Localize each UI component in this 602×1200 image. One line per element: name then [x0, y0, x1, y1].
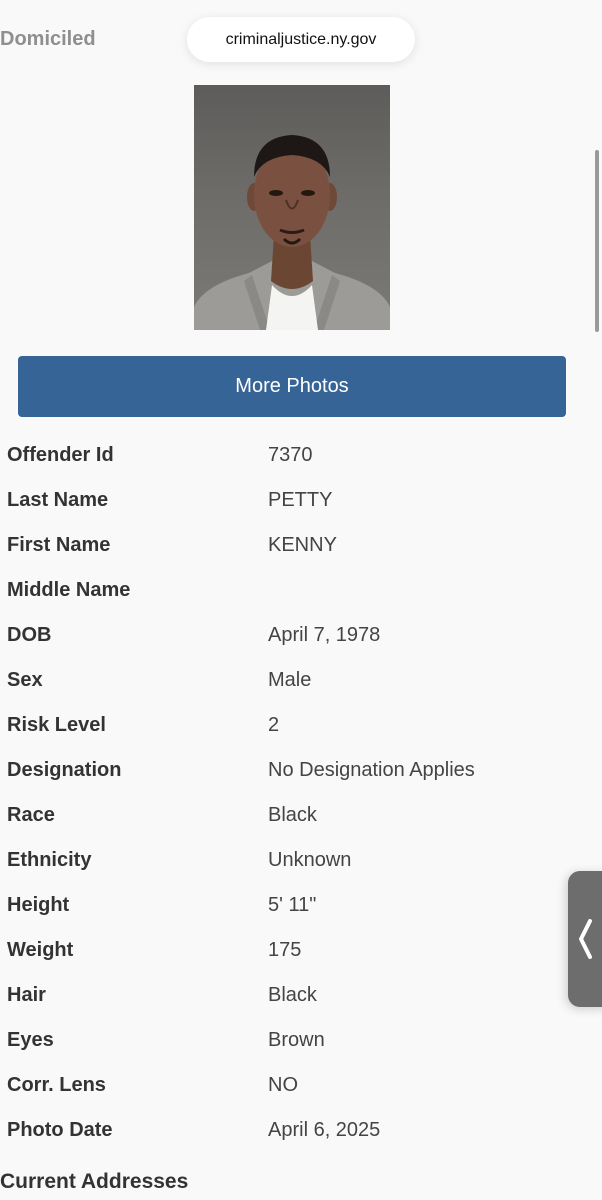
detail-value: April 7, 1978 [268, 624, 381, 646]
detail-label: Designation [7, 759, 122, 781]
detail-value: 175 [268, 939, 302, 961]
detail-row-sex: Sex Male [0, 659, 602, 704]
detail-value: KENNY [268, 534, 337, 556]
offender-detail-page: Domiciled criminaljustice.ny.gov More Ph… [0, 0, 602, 1200]
section-title-current-addresses: Current Addresses [0, 1170, 189, 1193]
detail-value: Black [268, 804, 317, 826]
detail-row-photo-date: Photo Date April 6, 2025 [0, 1109, 602, 1154]
address-bar[interactable]: criminaljustice.ny.gov [187, 17, 415, 62]
detail-label: Last Name [7, 489, 109, 511]
detail-label: Race [7, 804, 55, 826]
detail-value: Black [268, 984, 317, 1006]
detail-label: DOB [7, 624, 52, 646]
detail-value: NO [268, 1074, 298, 1096]
more-photos-button[interactable]: More Photos [18, 356, 566, 417]
detail-value: PETTY [268, 489, 333, 511]
detail-row-last-name: Last Name PETTY [0, 479, 602, 524]
detail-row-weight: Weight 175 [0, 929, 602, 974]
detail-label: Photo Date [7, 1119, 113, 1141]
detail-label: First Name [7, 534, 111, 556]
detail-label: Middle Name [7, 579, 131, 601]
detail-label: Height [7, 894, 70, 916]
detail-row-eyes: Eyes Brown [0, 1019, 602, 1064]
detail-value: 7370 [268, 444, 313, 466]
detail-row-designation: Designation No Designation Applies [0, 749, 602, 794]
offender-details-table: Offender Id 7370 Last Name PETTY First N… [0, 434, 602, 1154]
detail-row-corr-lens: Corr. Lens NO [0, 1064, 602, 1109]
detail-value: Unknown [268, 849, 352, 871]
detail-value: Brown [268, 1029, 325, 1051]
detail-label: Corr. Lens [7, 1074, 106, 1096]
detail-row-offender-id: Offender Id 7370 [0, 434, 602, 479]
detail-label: Hair [7, 984, 46, 1006]
side-panel-toggle[interactable] [568, 871, 602, 1007]
detail-value: No Designation Applies [268, 759, 475, 781]
detail-row-first-name: First Name KENNY [0, 524, 602, 569]
detail-row-middle-name: Middle Name [0, 569, 602, 614]
scrollbar[interactable] [595, 150, 599, 332]
detail-row-height: Height 5' 11" [0, 884, 602, 929]
detail-row-risk-level: Risk Level 2 [0, 704, 602, 749]
detail-label: Risk Level [7, 714, 106, 736]
detail-value: 5' 11" [268, 894, 317, 916]
url-text: criminaljustice.ny.gov [225, 30, 377, 48]
detail-row-race: Race Black [0, 794, 602, 839]
section-title-domiciled: Domiciled [0, 28, 96, 50]
detail-row-ethnicity: Ethnicity Unknown [0, 839, 602, 884]
detail-label: Offender Id [7, 444, 114, 466]
detail-value: 2 [268, 714, 280, 736]
detail-value: Male [268, 669, 312, 691]
detail-label: Sex [7, 669, 43, 691]
detail-row-dob: DOB April 7, 1978 [0, 614, 602, 659]
offender-photo [194, 85, 390, 330]
detail-label: Ethnicity [7, 849, 92, 871]
detail-row-hair: Hair Black [0, 974, 602, 1019]
detail-label: Weight [7, 939, 74, 961]
detail-value: April 6, 2025 [268, 1119, 381, 1141]
chevron-left-icon [579, 919, 592, 959]
detail-label: Eyes [7, 1029, 54, 1051]
mugshot-photo-icon [194, 135, 390, 330]
